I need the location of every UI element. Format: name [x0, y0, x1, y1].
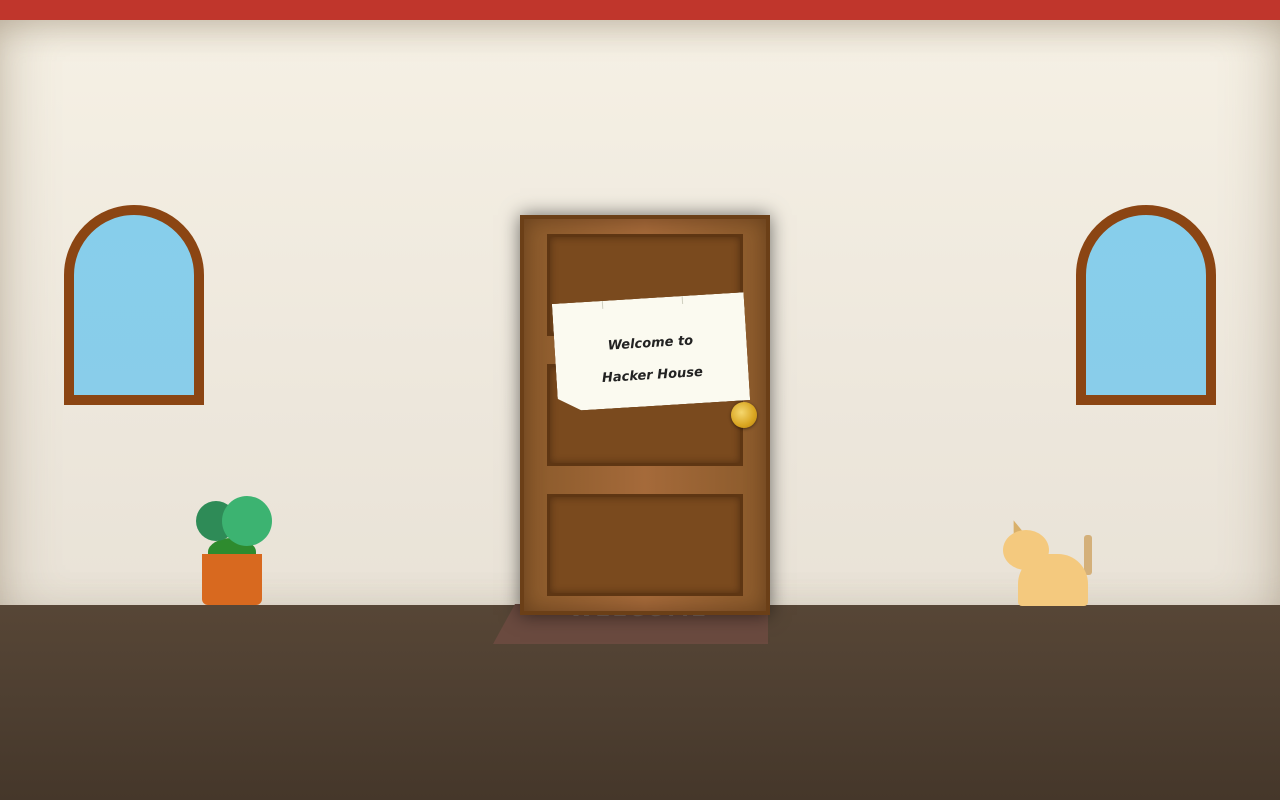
door-knob-icon[interactable] — [731, 402, 757, 428]
door-note[interactable]: Welcome to Hacker House — [552, 292, 750, 412]
note-line-2: Hacker House — [601, 364, 704, 387]
top-bar — [0, 0, 1280, 20]
potted-plant[interactable] — [192, 494, 276, 606]
plant-pot — [202, 554, 262, 605]
window-right — [1076, 205, 1216, 405]
door-panel-bottom — [547, 494, 743, 596]
note-line-1: Welcome to — [607, 333, 694, 354]
plant-leaf — [222, 496, 272, 546]
cat-head — [1003, 530, 1049, 570]
hallway-scene: WELCOME Welcome to Hacker House — [0, 0, 1280, 800]
window-left — [64, 205, 204, 405]
cat-tail — [1084, 535, 1092, 575]
cat[interactable] — [1000, 518, 1100, 606]
